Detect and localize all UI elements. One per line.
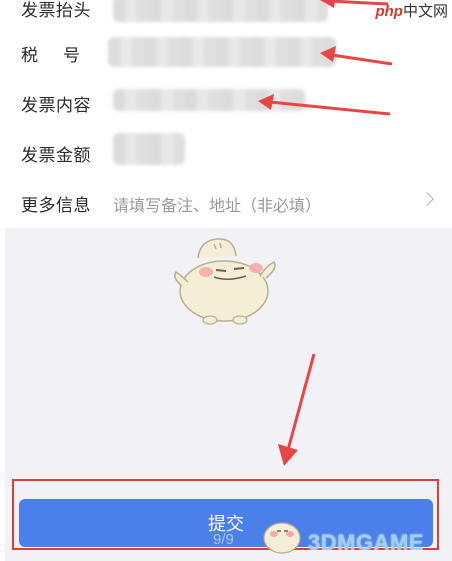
annotation-arrow-icon [320, 46, 393, 66]
more-info-row[interactable]: 更多信息 请填写备注、地址（非必填） [0, 177, 452, 227]
watermark-text: 3DMGAME [308, 530, 424, 555]
page-indicator: 9/9 [213, 531, 234, 548]
invoice-amount-value-redacted [113, 133, 185, 165]
invoice-form: 发票抬头 税号 发票内容 发票金额 更多信息 请填写备注、地址（非必填） php… [0, 0, 452, 228]
more-info-label: 更多信息 [21, 196, 91, 215]
site-watermark: php中文网 [375, 3, 448, 20]
tax-id-value-redacted [108, 37, 336, 67]
annotation-arrow-icon [258, 94, 391, 116]
chevron-right-icon [419, 191, 435, 207]
invoice-content-label: 发票内容 [21, 96, 91, 115]
more-info-placeholder[interactable]: 请填写备注、地址（非必填） [113, 192, 321, 216]
invoice-title-value-redacted [113, 0, 328, 22]
invoice-amount-row[interactable]: 发票金额 [0, 127, 452, 177]
invoice-title-label: 发票抬头 [21, 1, 91, 20]
annotation-arrow-icon [278, 353, 316, 466]
invoice-amount-label: 发票金额 [21, 146, 91, 165]
watermark-mascot-icon [263, 522, 301, 554]
mascot-illustration-icon [174, 238, 276, 325]
tax-id-label: 税号 [21, 46, 105, 65]
